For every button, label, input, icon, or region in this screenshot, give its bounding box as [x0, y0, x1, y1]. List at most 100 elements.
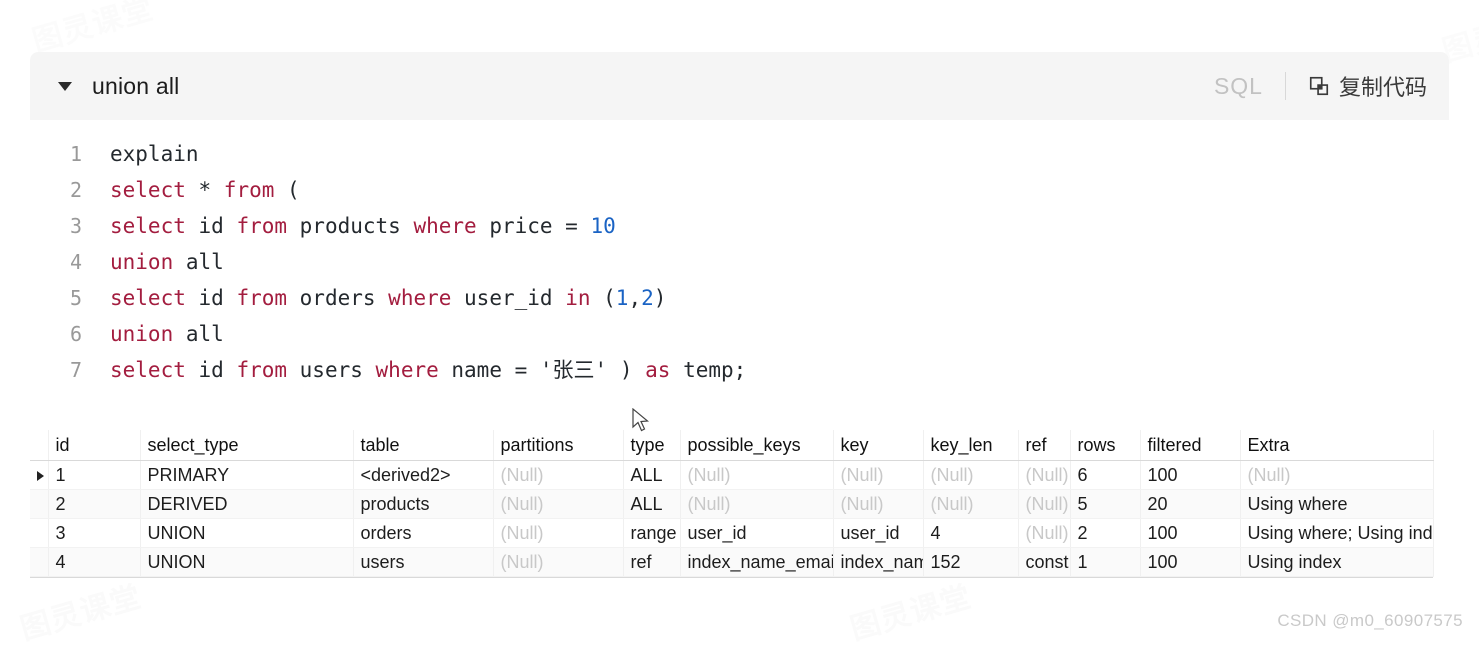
- cell-select_type[interactable]: DERIVED: [140, 489, 354, 519]
- cell-possible_keys[interactable]: index_name_emai: [680, 547, 834, 577]
- table-row[interactable]: 3 UNION orders (Null) range user_id user_id 4 (N…: [30, 518, 1434, 548]
- code-token: users: [287, 358, 376, 382]
- column-header-table[interactable]: table: [353, 430, 494, 461]
- cell-table[interactable]: products: [353, 489, 494, 519]
- cell-type[interactable]: ALL: [623, 489, 681, 519]
- cell-select_type[interactable]: UNION: [140, 518, 354, 548]
- code-line-text: explain: [110, 136, 199, 172]
- code-line-text: select id from products where price = 10: [110, 208, 616, 244]
- column-header-key[interactable]: key: [833, 430, 924, 461]
- cell-type[interactable]: range: [623, 518, 681, 548]
- cell-key_len[interactable]: (Null): [923, 489, 1019, 519]
- watermark-bottom-left: 图灵课堂: [16, 580, 146, 647]
- cell-partitions[interactable]: (Null): [493, 460, 624, 490]
- cell-type[interactable]: ALL: [623, 460, 681, 490]
- cell-id[interactable]: 4: [48, 547, 141, 577]
- column-header-ref[interactable]: ref: [1018, 430, 1071, 461]
- cell-filtered[interactable]: 100: [1140, 460, 1241, 490]
- triangle-down-icon[interactable]: [54, 75, 76, 97]
- code-line: 4 union all: [30, 244, 1449, 280]
- table-row[interactable]: 4 UNION users (Null) ref index_name_emai index…: [30, 547, 1434, 577]
- cell-filtered[interactable]: 100: [1140, 518, 1241, 548]
- code-token: select: [110, 214, 186, 238]
- grid-bottom-border: [30, 577, 1433, 578]
- cell-possible_keys[interactable]: (Null): [680, 489, 834, 519]
- cell-key_len[interactable]: 4: [923, 518, 1019, 548]
- cell-filtered[interactable]: 20: [1140, 489, 1241, 519]
- cell-select_type[interactable]: UNION: [140, 547, 354, 577]
- cell-partitions[interactable]: (Null): [493, 489, 624, 519]
- cell-extra[interactable]: Using where; Using index: [1240, 518, 1434, 548]
- cell-select_type[interactable]: PRIMARY: [140, 460, 354, 490]
- code-line-text: select id from orders where user_id in (…: [110, 280, 666, 316]
- line-number: 5: [69, 286, 82, 310]
- cell-ref[interactable]: (Null): [1018, 460, 1071, 490]
- column-header-partitions[interactable]: partitions: [493, 430, 624, 461]
- explain-result-grid: id select_type table partitions type possible…: [30, 430, 1434, 578]
- code-token: from: [236, 358, 288, 382]
- column-header-extra[interactable]: Extra: [1240, 430, 1434, 461]
- code-token: *: [185, 178, 224, 202]
- code-token: id: [185, 286, 237, 310]
- cell-rows[interactable]: 1: [1070, 547, 1141, 577]
- code-token: price =: [476, 214, 591, 238]
- cell-possible_keys[interactable]: (Null): [680, 460, 834, 490]
- cell-id[interactable]: 3: [48, 518, 141, 548]
- table-row[interactable]: 1 PRIMARY <derived2> (Null) ALL (Null) (Null)(…: [30, 460, 1434, 490]
- copy-code-button[interactable]: 复制代码: [1286, 70, 1427, 102]
- column-header-possible_keys[interactable]: possible_keys: [680, 430, 834, 461]
- code-editor-area[interactable]: 1 explain 2 select * from (3 select id from …: [30, 120, 1449, 410]
- code-line-text: union all: [110, 316, 224, 352]
- code-token: name =: [438, 358, 540, 382]
- cell-key[interactable]: index_nam: [833, 547, 924, 577]
- cell-partitions[interactable]: (Null): [493, 547, 624, 577]
- code-token: from: [236, 286, 288, 310]
- code-token: '张三': [539, 358, 608, 382]
- code-line-text: select * from (: [110, 172, 300, 208]
- code-block-title: union all: [92, 72, 180, 99]
- cell-ref[interactable]: (Null): [1018, 518, 1071, 548]
- code-line: 3 select id from products where price = 1…: [30, 208, 1449, 244]
- row-marker[interactable]: [30, 547, 49, 577]
- row-marker[interactable]: [30, 518, 49, 548]
- row-marker[interactable]: [30, 460, 49, 490]
- cell-rows[interactable]: 2: [1070, 518, 1141, 548]
- column-header-key_len[interactable]: key_len: [923, 430, 1019, 461]
- cell-ref[interactable]: (Null): [1018, 489, 1071, 519]
- column-header-filtered[interactable]: filtered: [1140, 430, 1241, 461]
- cell-key[interactable]: user_id: [833, 518, 924, 548]
- column-header-id[interactable]: id: [48, 430, 141, 461]
- cell-key_len[interactable]: 152: [923, 547, 1019, 577]
- table-row[interactable]: 2 DERIVED products (Null) ALL (Null) (Null) (Nu…: [30, 489, 1434, 519]
- cell-extra[interactable]: (Null): [1240, 460, 1434, 490]
- cell-key_len[interactable]: (Null): [923, 460, 1019, 490]
- column-header-rows[interactable]: rows: [1070, 430, 1141, 461]
- triangle-down-glyph: [58, 81, 72, 91]
- code-token: ): [653, 286, 667, 310]
- cell-key[interactable]: (Null): [833, 489, 924, 519]
- code-line: 2 select * from (: [30, 172, 1449, 208]
- cell-ref[interactable]: const: [1018, 547, 1071, 577]
- cell-filtered[interactable]: 100: [1140, 547, 1241, 577]
- cell-possible_keys[interactable]: user_id: [680, 518, 834, 548]
- code-token: in: [565, 286, 591, 310]
- column-header-select_type[interactable]: select_type: [140, 430, 354, 461]
- cell-rows[interactable]: 6: [1070, 460, 1141, 490]
- code-token: (: [590, 286, 616, 310]
- cell-extra[interactable]: Using where: [1240, 489, 1434, 519]
- cell-table[interactable]: users: [353, 547, 494, 577]
- cell-id[interactable]: 2: [48, 489, 141, 519]
- cell-table[interactable]: orders: [353, 518, 494, 548]
- cell-key[interactable]: (Null): [833, 460, 924, 490]
- cell-id[interactable]: 1: [48, 460, 141, 490]
- cell-partitions[interactable]: (Null): [493, 518, 624, 548]
- line-number: 2: [69, 178, 82, 202]
- cell-type[interactable]: ref: [623, 547, 681, 577]
- cell-table[interactable]: <derived2>: [353, 460, 494, 490]
- code-token: union: [110, 250, 174, 274]
- cell-rows[interactable]: 5: [1070, 489, 1141, 519]
- row-marker[interactable]: [30, 489, 49, 519]
- code-token: where: [413, 214, 477, 238]
- cell-extra[interactable]: Using index: [1240, 547, 1434, 577]
- column-header-type[interactable]: type: [623, 430, 681, 461]
